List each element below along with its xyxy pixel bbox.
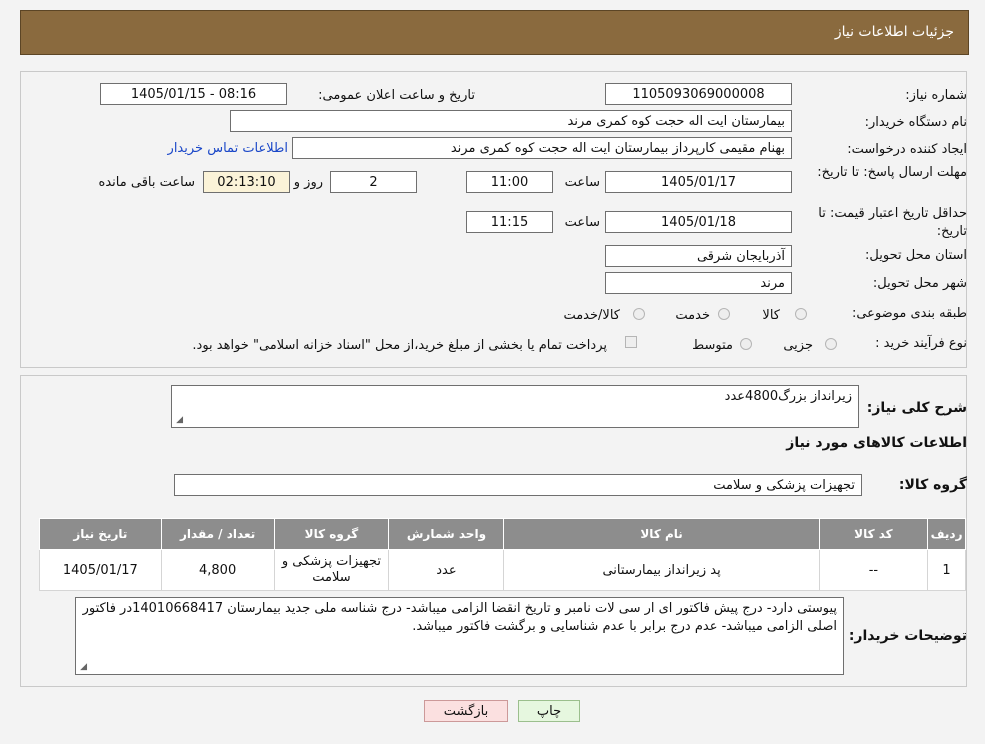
table-row: 1 -- پد زیرانداز بیمارستانی عدد تجهیزات … [39, 549, 966, 591]
category-goods-label: کالا [762, 308, 780, 323]
creator-field: بهنام مقیمی کارپرداز بیمارستان ایت اله ح… [292, 137, 792, 159]
deadline-time-field: 11:00 [466, 171, 553, 193]
cell-row-number: 1 [927, 549, 966, 591]
col-goods-name: نام کالا [503, 518, 820, 550]
buyer-org-label: نام دستگاه خریدار: [864, 115, 967, 130]
province-field: آذربایجان شرقی [605, 245, 792, 267]
validity-label: حداقل تاریخ اعتبار قیمت: تا تاریخ: [818, 206, 967, 239]
summary-label: شرح کلی نیاز: [866, 400, 967, 416]
announce-field: 1405/01/15 - 08:16 [100, 83, 287, 105]
category-goods-service-radio[interactable] [633, 308, 645, 320]
col-row-number: ردیف [927, 518, 966, 550]
process-medium-radio[interactable] [740, 338, 752, 350]
validity-time-label: ساعت [564, 215, 600, 230]
buyer-org-field: بیمارستان ایت اله حجت کوه کمری مرند [230, 110, 792, 132]
payment-checkbox[interactable] [625, 336, 637, 348]
cell-need-date: 1405/01/17 [39, 549, 162, 591]
page-header: جزئیات اطلاعات نیاز [20, 10, 969, 55]
category-label: طبقه بندی موضوعی: [851, 306, 967, 321]
goods-group-field: تجهیزات پزشکی و سلامت [174, 474, 862, 496]
goods-table: ردیف کد کالا نام کالا واحد شمارش گروه کا… [39, 518, 966, 591]
process-label: نوع فرآیند خرید : [875, 336, 967, 351]
validity-time-field: 11:15 [466, 211, 553, 233]
print-button[interactable]: چاپ [518, 700, 580, 722]
buyer-notes-value: پیوستی دارد- درج پیش فاکتور ای ار سی لات… [82, 601, 837, 634]
resize-grip-icon[interactable]: ◢ [174, 416, 183, 425]
deadline-date-field: 1405/01/17 [605, 171, 792, 193]
deadline-label: مهلت ارسال پاسخ: تا تاریخ: [817, 165, 967, 180]
city-label: شهر محل تحویل: [872, 276, 967, 291]
cell-goods-name: پد زیرانداز بیمارستانی [503, 549, 820, 591]
goods-info-title: اطلاعات کالاهای مورد نیاز [786, 435, 967, 451]
buyer-contact-link[interactable]: اطلاعات تماس خریدار [168, 141, 288, 156]
goods-group-label: گروه کالا: [898, 477, 967, 493]
validity-date-field: 1405/01/18 [605, 211, 792, 233]
category-goods-radio[interactable] [795, 308, 807, 320]
col-goods-code: کد کالا [818, 518, 929, 550]
page-title: جزئیات اطلاعات نیاز [834, 24, 954, 40]
cell-goods-group: تجهیزات پزشکی و سلامت [273, 549, 390, 591]
summary-textarea[interactable]: زیرانداز بزرگ4800عدد ◢ [171, 385, 859, 428]
buyer-notes-label: توضیحات خریدار: [848, 628, 967, 644]
city-field: مرند [605, 272, 792, 294]
deadline-time-label: ساعت [564, 175, 600, 190]
cell-unit: عدد [388, 549, 505, 591]
need-number-label: شماره نیاز: [905, 88, 967, 103]
cell-goods-code: -- [818, 549, 929, 591]
category-service-label: خدمت [675, 308, 710, 323]
process-minor-radio[interactable] [825, 338, 837, 350]
need-number-field: 1105093069000008 [605, 83, 792, 105]
col-goods-group: گروه کالا [273, 518, 390, 550]
remaining-label: ساعت باقی مانده [98, 175, 195, 190]
province-label: استان محل تحویل: [865, 248, 967, 263]
table-header-row: ردیف کد کالا نام کالا واحد شمارش گروه کا… [39, 518, 966, 550]
remaining-time-field: 02:13:10 [203, 171, 290, 193]
cell-quantity: 4,800 [160, 549, 275, 591]
col-quantity: تعداد / مقدار [160, 518, 275, 550]
category-service-radio[interactable] [718, 308, 730, 320]
col-unit: واحد شمارش [388, 518, 505, 550]
creator-label: ایجاد کننده درخواست: [847, 142, 967, 157]
days-label: روز و [293, 175, 323, 190]
days-field: 2 [330, 171, 417, 193]
summary-value: زیرانداز بزرگ4800عدد [724, 389, 852, 404]
col-need-date: تاریخ نیاز [39, 518, 162, 550]
buyer-notes-textarea[interactable]: پیوستی دارد- درج پیش فاکتور ای ار سی لات… [75, 597, 844, 675]
announce-label: تاریخ و ساعت اعلان عمومی: [318, 88, 475, 103]
payment-note: پرداخت تمام یا بخشی از مبلغ خرید،از محل … [192, 338, 607, 353]
category-goods-service-label: کالا/خدمت [563, 308, 620, 323]
process-medium-label: متوسط [692, 338, 733, 353]
process-minor-label: جزیی [783, 338, 813, 353]
resize-grip-icon[interactable]: ◢ [78, 663, 87, 672]
back-button[interactable]: بازگشت [424, 700, 508, 722]
